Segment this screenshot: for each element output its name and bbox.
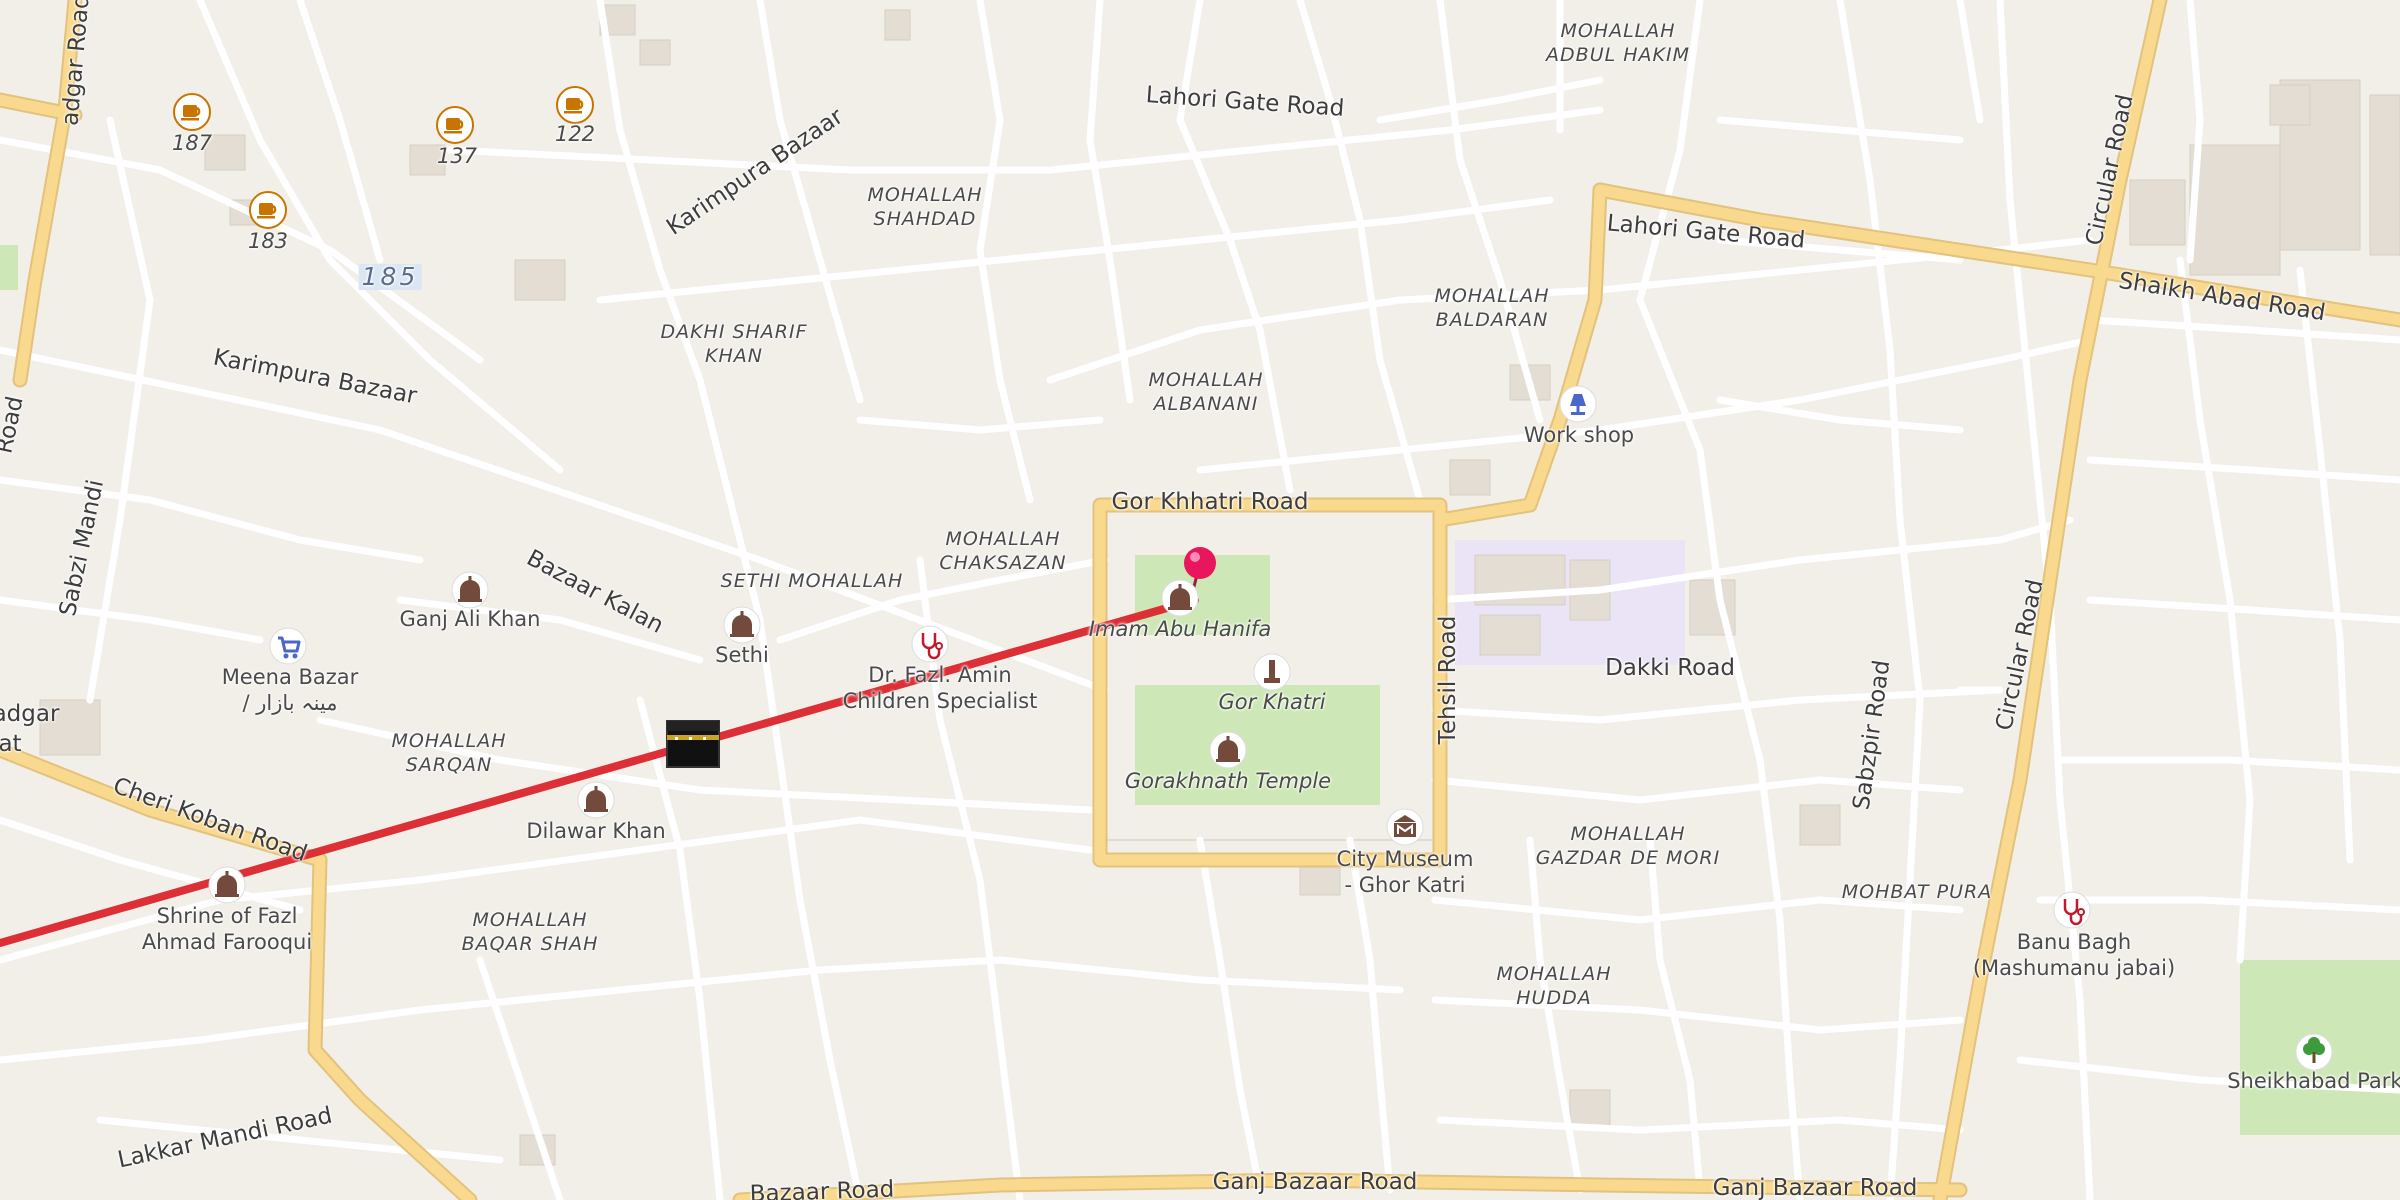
street-label: Gor Khhatri Road [1111,489,1309,515]
cafe-label[interactable]: 122 [555,121,595,147]
street-label: Bazaar Road [749,1176,895,1200]
kaaba-icon[interactable] [666,720,720,768]
area-label: MOHALLAH SHAHDAD [867,184,983,230]
poi-label[interactable]: Dilawar Khan [526,818,665,844]
street-label: Tehsil Road [1435,615,1461,745]
route-line [0,596,1199,947]
poi-label[interactable]: Work shop [1524,422,1634,448]
poi-label[interactable]: Ganj Ali Khan [400,606,541,632]
poi-label[interactable]: City Museum - Ghor Katri [1337,846,1474,898]
poi-label[interactable]: Imam Abu Hanifa [1089,616,1271,642]
cafe-label[interactable]: 183 [248,228,288,254]
park-area [2240,960,2400,1135]
park-area [0,245,18,290]
area-label: MOHALLAH BAQAR SHAH [461,909,599,955]
area-label: MOHALLAH ADBUL HAKIM [1546,20,1690,66]
street-label: Ganj Bazaar Road [1212,1169,1418,1195]
street-label: Dakki Road [1605,655,1735,681]
poi-label[interactable]: Dr. Fazl. Amin Children Specialist [843,662,1038,714]
poi-label[interactable]: Gor Khatri [1218,689,1325,715]
street-label: Ganj Bazaar Road [1712,1175,1918,1200]
area-label: MOHBAT PURA [1841,881,1993,903]
area-label: DAKHI SHARIF KHAN [660,321,808,367]
area-label: MOHALLAH BALDARAN [1434,285,1550,331]
street-label: adgar [0,701,60,727]
shop-number-label: 185 [358,264,422,290]
area-label: MOHALLAH CHAKSAZAN [939,528,1067,574]
poi-label[interactable]: Shrine of Fazl Ahmad Farooqui [142,903,312,955]
area-label: SETHI MOHALLAH [720,570,904,592]
street-label: at [0,731,22,757]
area-label: MOHALLAH GAZDAR DE MORI [1535,823,1721,869]
area-label: MOHALLAH SARQAN [391,730,507,776]
poi-label[interactable]: Banu Bagh (Mashumanu jabai) [1973,929,2175,981]
area-label: MOHALLAH HUDDA [1496,963,1612,1009]
poi-label[interactable]: Gorakhnath Temple [1125,768,1331,794]
poi-label[interactable]: Sethi [715,642,769,668]
poi-label[interactable]: Sheikhabad Park - [2227,1068,2400,1094]
cafe-label[interactable]: 137 [437,143,477,169]
area-label: MOHALLAH ALBANANI [1148,369,1264,415]
cafe-label[interactable]: 187 [172,130,212,156]
map-canvas[interactable]: Lahori Gate Road Lahori Gate Road Shaikh… [0,0,2400,1200]
poi-label[interactable]: Meena Bazar / مینہ بازار [222,664,359,716]
